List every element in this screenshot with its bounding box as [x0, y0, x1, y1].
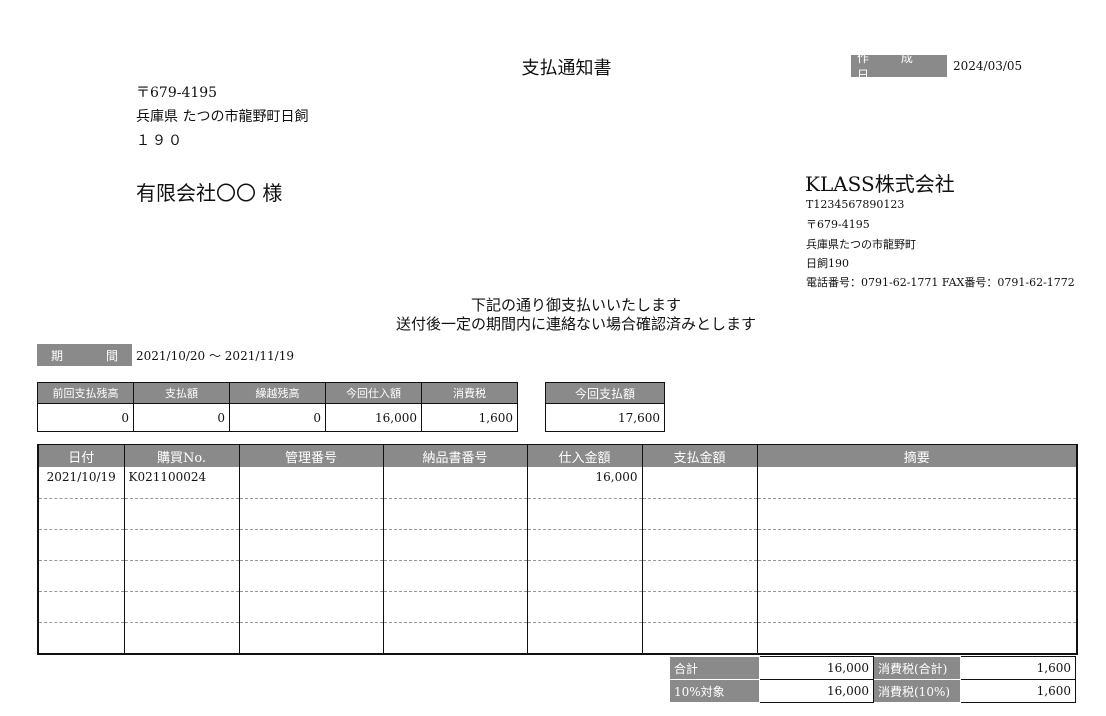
issuer-registration-number: T1234567890123: [806, 198, 905, 211]
period-value: 2021/10/20 ～ 2021/11/19: [136, 349, 294, 363]
cell-remarks: [756, 560, 1078, 592]
cell-date: [37, 622, 125, 654]
payment-amount-header: 今回支払額: [545, 382, 665, 404]
issuer-address-line1: 兵庫県たつの市龍野町: [806, 238, 916, 251]
cell-control-no: [238, 560, 384, 592]
issuer-company-name: KLASS株式会社: [805, 172, 955, 196]
cell-purchase-amount: [526, 560, 643, 592]
cell-control-no: [238, 498, 384, 530]
table-row: [37, 498, 1078, 530]
cell-delivery-no: [382, 591, 528, 623]
tax-total-label: 消費税(合計): [873, 656, 961, 680]
detail-header-date: 日付: [37, 444, 125, 467]
cell-delivery-no: [382, 560, 528, 592]
cell-date: [37, 498, 125, 530]
total-label: 合計: [669, 656, 760, 680]
notice-line1: 下記の通り御支払いいたします: [470, 296, 681, 314]
cell-payment-amount: [641, 467, 758, 499]
summary-header-purchases: 今回仕入額: [325, 382, 422, 404]
cell-payment-amount: [641, 498, 758, 530]
recipient-address-line2: １９０: [136, 133, 184, 149]
cell-control-no: [238, 529, 384, 561]
summary-header-paid: 支払額: [133, 382, 230, 404]
cell-payment-amount: [641, 591, 758, 623]
cell-purchase-amount: [526, 498, 643, 530]
created-date-value: 2024/03/05: [953, 59, 1023, 73]
cell-remarks: [756, 529, 1078, 561]
issuer-contact: 電話番号：0791-62-1771 FAX番号：0791-62-1772: [806, 276, 1075, 289]
cell-date: [37, 591, 125, 623]
cell-control-no: [238, 591, 384, 623]
cell-purchase-amount: 16,000: [526, 467, 643, 499]
payment-amount-table: 今回支払額 17,600: [545, 382, 665, 432]
recipient-name: 有限会社〇〇 様: [136, 181, 283, 205]
tax-10-value: 1,600: [960, 679, 1076, 703]
table-row: [37, 560, 1078, 592]
period-label-b: 間: [105, 348, 118, 363]
cell-delivery-no: [382, 467, 528, 499]
cell-payment-amount: [641, 529, 758, 561]
cell-purchase-no: [123, 529, 240, 561]
notice-line2: 送付後一定の期間内に連絡ない場合確認済みとします: [395, 315, 756, 333]
cell-purchase-amount: [526, 622, 643, 654]
cell-payment-amount: [641, 622, 758, 654]
recipient-postal: 〒679-4195: [136, 85, 218, 101]
cell-date: [37, 529, 125, 561]
period-label: 期 間: [37, 344, 132, 366]
cell-remarks: [756, 498, 1078, 530]
cell-purchase-no: [123, 622, 240, 654]
cell-date: [37, 560, 125, 592]
table-row: [37, 622, 1078, 654]
cell-delivery-no: [382, 498, 528, 530]
table-row: [37, 529, 1078, 561]
issuer-postal: 〒679-4195: [806, 218, 870, 231]
balance-summary-table: 前回支払残高 支払額 繰越残高 今回仕入額 消費税 0 0 0 16,000 1…: [37, 382, 518, 432]
cell-control-no: [238, 467, 384, 499]
cell-remarks: [756, 622, 1078, 654]
summary-value-carryover: 0: [229, 403, 326, 432]
total-value: 16,000: [759, 656, 874, 680]
summary-value-prev-balance: 0: [37, 403, 134, 432]
cell-purchase-no: [123, 591, 240, 623]
totals-table: 合計 16,000 消費税(合計) 1,600 10%対象 16,000 消費税…: [669, 656, 1076, 703]
summary-header-prev-balance: 前回支払残高: [37, 382, 134, 404]
cell-remarks: [756, 591, 1078, 623]
summary-header-carryover: 繰越残高: [229, 382, 326, 404]
cell-delivery-no: [382, 529, 528, 561]
detail-header-delivery-no: 納品書番号: [382, 444, 528, 467]
issuer-address-line2: 日飼190: [806, 257, 849, 270]
rate-10-label: 10%対象: [669, 679, 760, 703]
cell-purchase-no: [123, 498, 240, 530]
recipient-address-line1: 兵庫県 たつの市龍野町日飼: [136, 109, 309, 125]
payment-amount-value: 17,600: [545, 403, 665, 432]
cell-purchase-no: [123, 560, 240, 592]
table-row: [37, 591, 1078, 623]
cell-purchase-amount: [526, 591, 643, 623]
cell-remarks: [756, 467, 1078, 499]
rate-10-value: 16,000: [759, 679, 874, 703]
summary-value-paid: 0: [133, 403, 230, 432]
detail-header-payment-amount: 支払金額: [641, 444, 758, 467]
created-date-label: 作 成 日: [851, 51, 947, 82]
cell-purchase-no: K021100024: [123, 467, 240, 499]
detail-header-purchase-no: 購買No.: [123, 444, 240, 467]
cell-payment-amount: [641, 560, 758, 592]
tax-10-label: 消費税(10%): [873, 679, 961, 703]
period-label-a: 期: [51, 348, 64, 363]
summary-header-tax: 消費税: [421, 382, 518, 404]
cell-date: 2021/10/19: [37, 467, 125, 499]
detail-header-remarks: 摘要: [756, 444, 1078, 467]
detail-header-purchase-amount: 仕入金額: [526, 444, 643, 467]
summary-value-purchases: 16,000: [325, 403, 422, 432]
tax-total-value: 1,600: [960, 656, 1076, 680]
detail-header-row: 日付 購買No. 管理番号 納品書番号 仕入金額 支払金額 摘要: [37, 444, 1078, 467]
cell-delivery-no: [382, 622, 528, 654]
summary-value-tax: 1,600: [421, 403, 518, 432]
cell-control-no: [238, 622, 384, 654]
detail-table: 日付 購買No. 管理番号 納品書番号 仕入金額 支払金額 摘要 2021/10…: [37, 444, 1078, 655]
table-row: 2021/10/19 K021100024 16,000: [37, 467, 1078, 499]
cell-purchase-amount: [526, 529, 643, 561]
detail-header-control-no: 管理番号: [238, 444, 384, 467]
